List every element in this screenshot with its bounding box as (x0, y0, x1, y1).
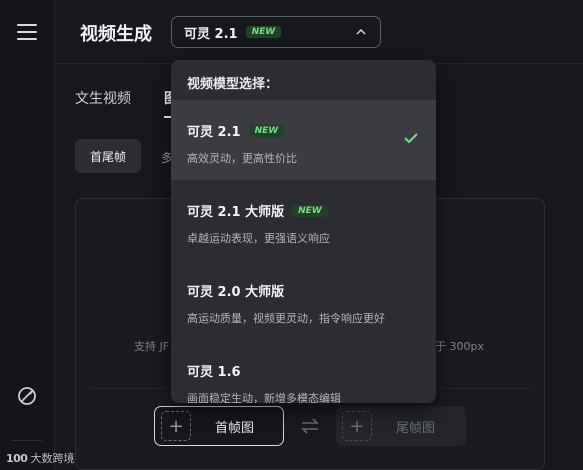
new-badge: NEW (245, 26, 282, 38)
model-option-desc: 卓越运动表现，更强语义响应 (187, 232, 330, 245)
model-option-name: 可灵 2.1 大师版 (187, 205, 285, 220)
swap-icon[interactable] (300, 417, 320, 435)
header: 视频生成 可灵 2.1 NEW (55, 0, 583, 64)
first-frame-button[interactable]: + 首帧图 (154, 406, 284, 446)
model-option-name: 可灵 2.0 大师版 (187, 285, 285, 300)
model-select-value: 可灵 2.1 (184, 26, 238, 42)
tab-text-to-video[interactable]: 文生视频 (75, 88, 131, 108)
mode-chip-first-last-frame[interactable]: 首尾帧 (75, 139, 141, 173)
check-icon (404, 133, 418, 144)
model-option[interactable]: 可灵 2.1 NEW 高效灵动，更高性价比 (171, 100, 436, 180)
last-frame-button[interactable]: + 尾帧图 (336, 406, 466, 446)
model-dropdown: 视频模型选择： 可灵 2.1 NEW 高效灵动，更高性价比 可灵 2.1 大师版… (171, 60, 436, 403)
first-frame-label: 首帧图 (215, 420, 255, 436)
watermark: 100 大数跨境 (6, 450, 74, 466)
rail-divider (12, 440, 42, 441)
menu-icon[interactable] (17, 24, 37, 40)
watermark-logo: 100 (6, 451, 28, 465)
model-option-desc: 画面稳定生动，新增多模态编辑 (187, 392, 341, 403)
last-frame-label: 尾帧图 (396, 420, 436, 436)
upload-hint-left: 支持 JF (134, 340, 170, 353)
dropdown-title: 视频模型选择： (187, 77, 279, 92)
model-option[interactable]: 可灵 1.6 画面稳定生动，新增多模态编辑 (171, 340, 436, 403)
model-option-name: 可灵 2.1 (187, 125, 241, 140)
model-option-desc: 高效灵动，更高性价比 (187, 152, 297, 165)
watermark-text: 大数跨境 (30, 452, 75, 465)
model-select[interactable]: 可灵 2.1 NEW (171, 16, 381, 48)
plus-icon: + (161, 411, 191, 441)
chevron-up-icon (356, 28, 366, 35)
page-title: 视频生成 (80, 24, 152, 45)
model-option-desc: 高运动质量，视频更灵动，指令响应更好 (187, 312, 385, 325)
model-option[interactable]: 可灵 2.0 大师版 高运动质量，视频更灵动，指令响应更好 (171, 260, 436, 340)
plus-icon: + (342, 411, 372, 441)
brush-tool-icon[interactable] (16, 385, 38, 407)
model-option-name: 可灵 1.6 (187, 365, 241, 380)
left-rail (0, 0, 55, 470)
model-option[interactable]: 可灵 2.1 大师版 NEW 卓越运动表现，更强语义响应 (171, 180, 436, 260)
new-badge: NEW (292, 204, 328, 217)
new-badge: NEW (248, 124, 285, 137)
